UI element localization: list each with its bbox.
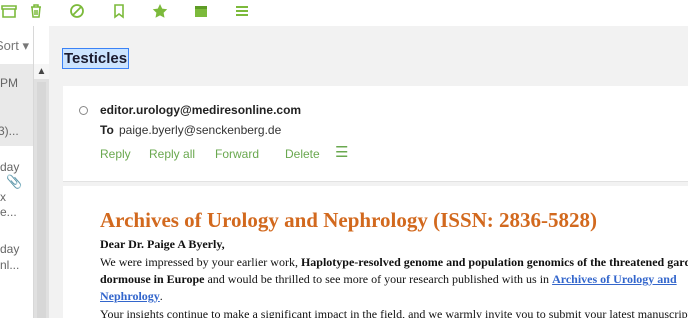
email-subject: Testicles <box>61 48 130 69</box>
delete-button[interactable]: Delete <box>285 147 320 161</box>
forward-button[interactable]: Forward <box>215 147 259 161</box>
list-item-snippet: e... <box>0 205 17 219</box>
message-list: Sort ▾ PM 3)... day 📎 x e... day nl... <box>0 26 34 318</box>
journal-title: Archives of Urology and Nephrology (ISSN… <box>100 208 598 232</box>
list-item-time: day <box>0 242 20 256</box>
sender-address[interactable]: editor.urology@mediresonline.com <box>100 103 301 117</box>
block-icon[interactable] <box>68 2 86 20</box>
reply-button[interactable]: Reply <box>100 147 131 161</box>
email-header: editor.urology@mediresonline.com To paig… <box>63 86 688 182</box>
list-item[interactable]: day 📎 x e... <box>0 150 33 230</box>
reading-pane: Testicles editor.urology@mediresonline.c… <box>49 26 688 318</box>
select-radio[interactable] <box>79 106 88 115</box>
body-paragraph: We were impressed by your earlier work, … <box>100 255 688 270</box>
list-item-time: PM <box>0 76 18 90</box>
to-label: To <box>100 123 114 137</box>
star-icon[interactable] <box>151 2 169 20</box>
body-text: We were impressed by your earlier work, <box>100 255 301 269</box>
body-paragraph: Your insights continue to make a signifi… <box>100 307 688 318</box>
journal-link[interactable]: Nephrology <box>100 289 160 303</box>
list-scrollbar[interactable]: ▲ <box>34 64 49 318</box>
list-item-snippet: nl... <box>0 258 20 272</box>
body-paragraph: dormouse in Europe and would be thrilled… <box>100 272 688 287</box>
list-item-snippet: x <box>0 190 6 204</box>
attachment-icon: 📎 <box>6 174 23 189</box>
scroll-up-button[interactable]: ▲ <box>34 64 49 79</box>
list-item[interactable]: day nl... <box>0 234 33 294</box>
body-text: . <box>159 289 163 303</box>
menu-icon[interactable] <box>233 2 251 20</box>
archive-icon[interactable] <box>0 2 18 20</box>
email-body: Archives of Urology and Nephrology (ISSN… <box>63 186 688 318</box>
reply-all-button[interactable]: Reply all <box>149 147 195 161</box>
list-item-snippet: 3)... <box>0 124 19 138</box>
greeting: Dear Dr. Paige A Byerly, <box>100 237 225 251</box>
bookmark-icon[interactable] <box>110 2 128 20</box>
sort-dropdown[interactable]: Sort ▾ <box>0 38 29 54</box>
trash-icon[interactable] <box>27 2 45 20</box>
body-text: and would be thrilled to see more of you… <box>204 272 553 286</box>
scroll-thumb[interactable] <box>37 82 46 318</box>
more-actions-icon[interactable]: ☰ <box>335 143 348 161</box>
folder-icon[interactable] <box>192 2 210 20</box>
body-paragraph: Nephrology. <box>100 289 688 304</box>
list-item[interactable]: PM 3)... <box>0 64 33 146</box>
list-item-time: day <box>0 160 20 174</box>
journal-link[interactable]: Archives of Urology and <box>552 272 677 286</box>
recipient-address[interactable]: paige.byerly@senckenberg.de <box>119 123 281 137</box>
toolbar <box>0 0 688 26</box>
paper-title: dormouse in Europe <box>100 272 205 286</box>
paper-title: Haplotype-resolved genome and population… <box>300 255 688 269</box>
